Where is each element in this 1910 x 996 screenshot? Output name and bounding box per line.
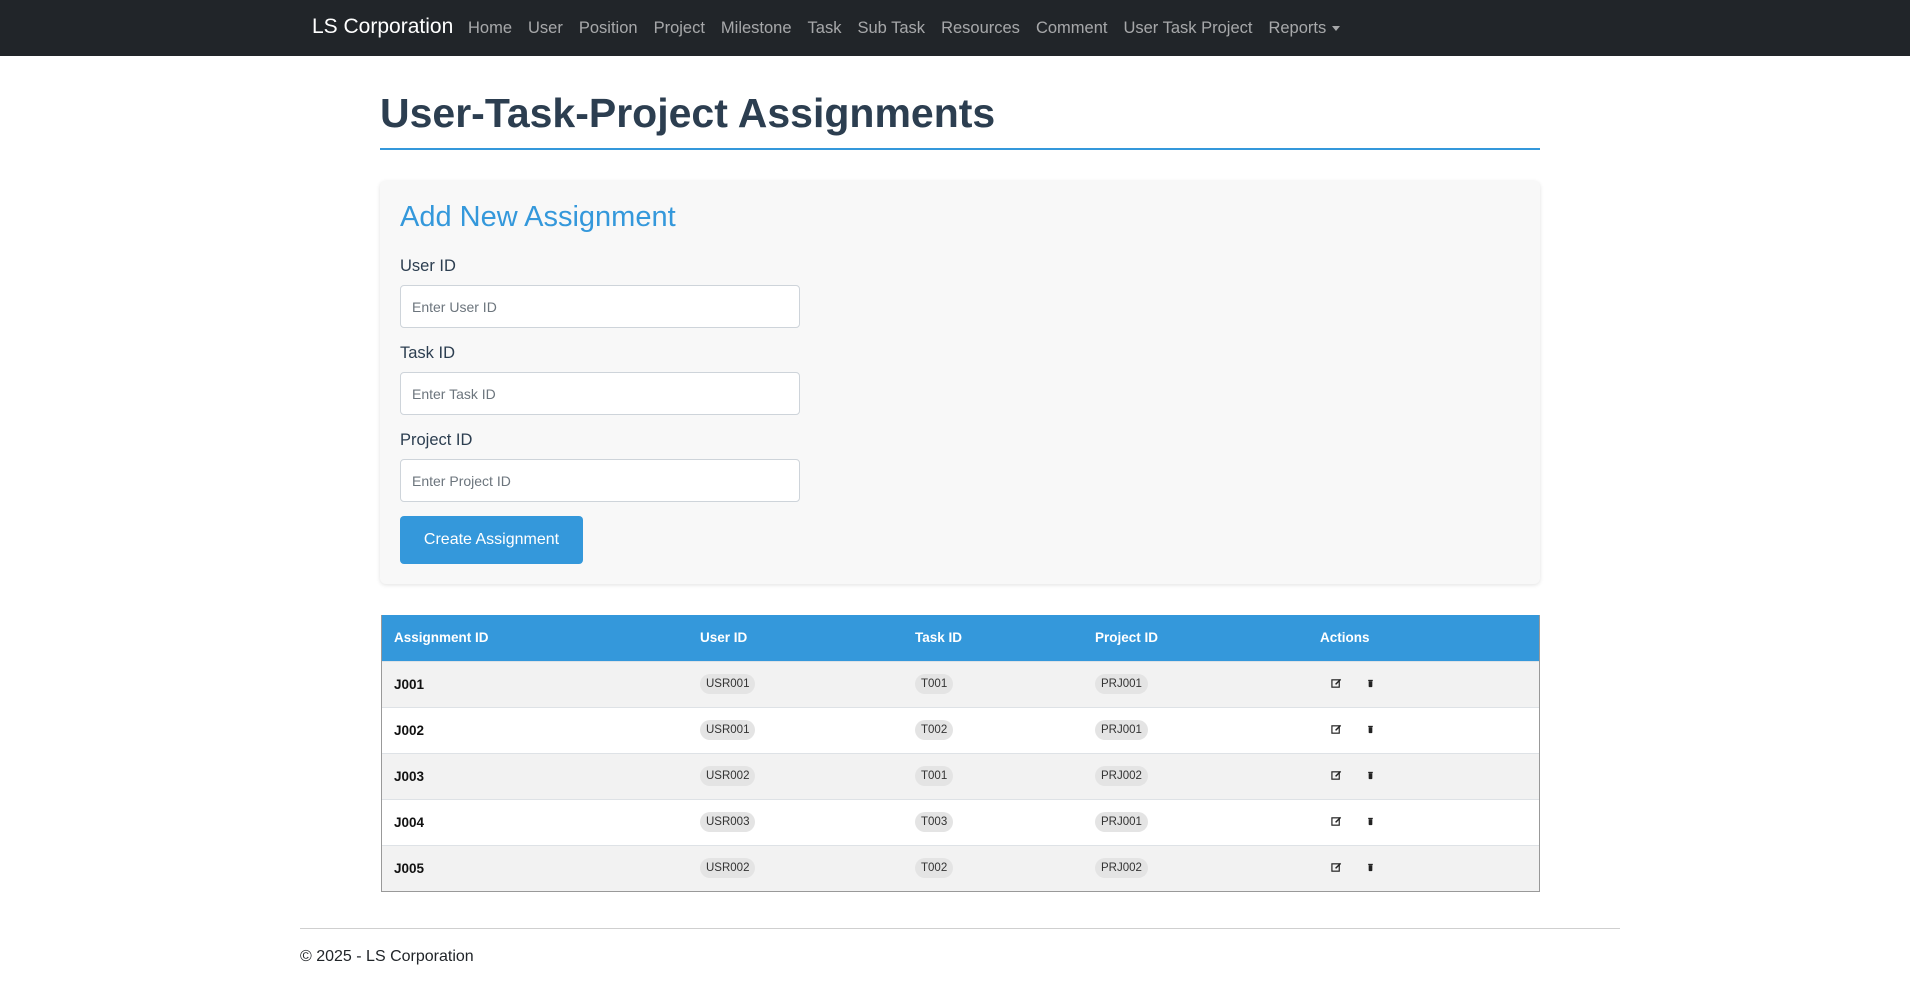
nav-task[interactable]: Task	[800, 19, 850, 38]
assignment-id-cell: J001	[394, 676, 425, 692]
delete-icon[interactable]	[1365, 769, 1377, 781]
nav-reports-label: Reports	[1268, 18, 1327, 37]
table-header-row: Assignment ID User ID Task ID Project ID…	[382, 615, 1539, 661]
edit-icon[interactable]	[1331, 861, 1343, 873]
user-id-label: User ID	[400, 257, 456, 275]
project-id-badge: PRJ001	[1095, 812, 1148, 832]
project-id-cell: PRJ001	[1083, 707, 1308, 753]
assignments-table: Assignment ID User ID Task ID Project ID…	[382, 615, 1539, 891]
top-navbar: LS Corporation Home User Position Projec…	[0, 0, 1910, 56]
actions-cell	[1308, 845, 1539, 891]
title-underline	[380, 148, 1540, 150]
delete-icon[interactable]	[1365, 815, 1377, 827]
page-title: User-Task-Project Assignments	[380, 90, 996, 136]
assignment-id-cell: J002	[394, 722, 425, 738]
table-row: J003 USR002 T001 PRJ002	[382, 753, 1539, 799]
table-row: J005 USR002 T002 PRJ002	[382, 845, 1539, 891]
assignment-id-cell: J003	[394, 768, 425, 784]
user-id-cell: USR002	[688, 753, 903, 799]
task-id-input[interactable]	[400, 372, 800, 415]
delete-icon[interactable]	[1365, 861, 1377, 873]
task-id-cell: T002	[903, 707, 1083, 753]
edit-icon[interactable]	[1331, 723, 1343, 735]
nav-home[interactable]: Home	[460, 19, 520, 38]
delete-icon[interactable]	[1365, 723, 1377, 735]
actions-cell	[1308, 707, 1539, 753]
table-row: J002 USR001 T002 PRJ001	[382, 707, 1539, 753]
task-id-badge: T001	[915, 674, 954, 694]
user-id-cell: USR002	[688, 845, 903, 891]
user-id-cell: USR003	[688, 799, 903, 845]
actions-cell	[1308, 753, 1539, 799]
footer-copyright: © 2025 - LS Corporation	[300, 948, 474, 965]
footer-divider	[300, 928, 1620, 929]
nav-menu: Home User Position Project Milestone Tas…	[460, 0, 1348, 56]
header-project-id[interactable]: Project ID	[1083, 615, 1308, 661]
user-id-badge: USR003	[700, 812, 756, 832]
task-id-cell: T002	[903, 845, 1083, 891]
project-id-cell: PRJ001	[1083, 661, 1308, 707]
project-id-cell: PRJ002	[1083, 753, 1308, 799]
task-id-label: Task ID	[400, 344, 456, 362]
user-id-input[interactable]	[400, 285, 800, 328]
project-id-cell: PRJ001	[1083, 799, 1308, 845]
user-id-cell: USR001	[688, 707, 903, 753]
add-assignment-card: Add New Assignment User ID Task ID Proje…	[380, 181, 1540, 584]
assignment-id-cell: J004	[394, 814, 425, 830]
task-id-cell: T003	[903, 799, 1083, 845]
task-id-badge: T002	[915, 858, 954, 879]
nav-milestone[interactable]: Milestone	[713, 19, 800, 38]
nav-sub-task[interactable]: Sub Task	[849, 19, 933, 38]
edit-icon[interactable]	[1331, 815, 1343, 827]
edit-icon[interactable]	[1331, 677, 1343, 689]
user-id-badge: USR001	[700, 674, 756, 694]
user-id-badge: USR001	[700, 720, 756, 740]
task-id-badge: T002	[915, 720, 954, 740]
form-heading: Add New Assignment	[400, 201, 676, 233]
project-id-badge: PRJ002	[1095, 858, 1148, 879]
header-actions: Actions	[1320, 630, 1370, 646]
header-task-id[interactable]: Task ID	[903, 615, 1083, 661]
edit-icon[interactable]	[1331, 769, 1343, 781]
actions-cell	[1308, 799, 1539, 845]
project-id-badge: PRJ001	[1095, 674, 1148, 694]
nav-reports-dropdown[interactable]: Reports	[1260, 19, 1348, 38]
task-id-badge: T003	[915, 812, 954, 832]
brand-link[interactable]: LS Corporation	[312, 15, 453, 39]
user-id-badge: USR002	[700, 766, 756, 786]
nav-user-task-project[interactable]: User Task Project	[1115, 19, 1260, 38]
table-row: J001 USR001 T001 PRJ001	[382, 661, 1539, 707]
header-user-id[interactable]: User ID	[688, 615, 903, 661]
assignment-id-cell: J005	[394, 860, 425, 876]
table-row: J004 USR003 T003 PRJ001	[382, 799, 1539, 845]
create-assignment-button[interactable]: Create Assignment	[400, 516, 583, 564]
header-assignment-id[interactable]: Assignment ID	[382, 615, 688, 661]
user-id-cell: USR001	[688, 661, 903, 707]
actions-cell	[1308, 661, 1539, 707]
project-id-label: Project ID	[400, 431, 473, 449]
caret-down-icon	[1332, 25, 1341, 31]
nav-user[interactable]: User	[520, 19, 571, 38]
task-id-cell: T001	[903, 753, 1083, 799]
project-id-badge: PRJ002	[1095, 766, 1148, 786]
nav-position[interactable]: Position	[571, 19, 646, 38]
project-id-input[interactable]	[400, 459, 800, 502]
nav-project[interactable]: Project	[646, 19, 713, 38]
task-id-badge: T001	[915, 766, 954, 786]
assignments-table-container: Assignment ID User ID Task ID Project ID…	[381, 615, 1540, 892]
task-id-cell: T001	[903, 661, 1083, 707]
project-id-cell: PRJ002	[1083, 845, 1308, 891]
nav-resources[interactable]: Resources	[933, 19, 1028, 38]
nav-comment[interactable]: Comment	[1028, 19, 1116, 38]
user-id-badge: USR002	[700, 858, 756, 879]
delete-icon[interactable]	[1365, 677, 1377, 689]
project-id-badge: PRJ001	[1095, 720, 1148, 740]
